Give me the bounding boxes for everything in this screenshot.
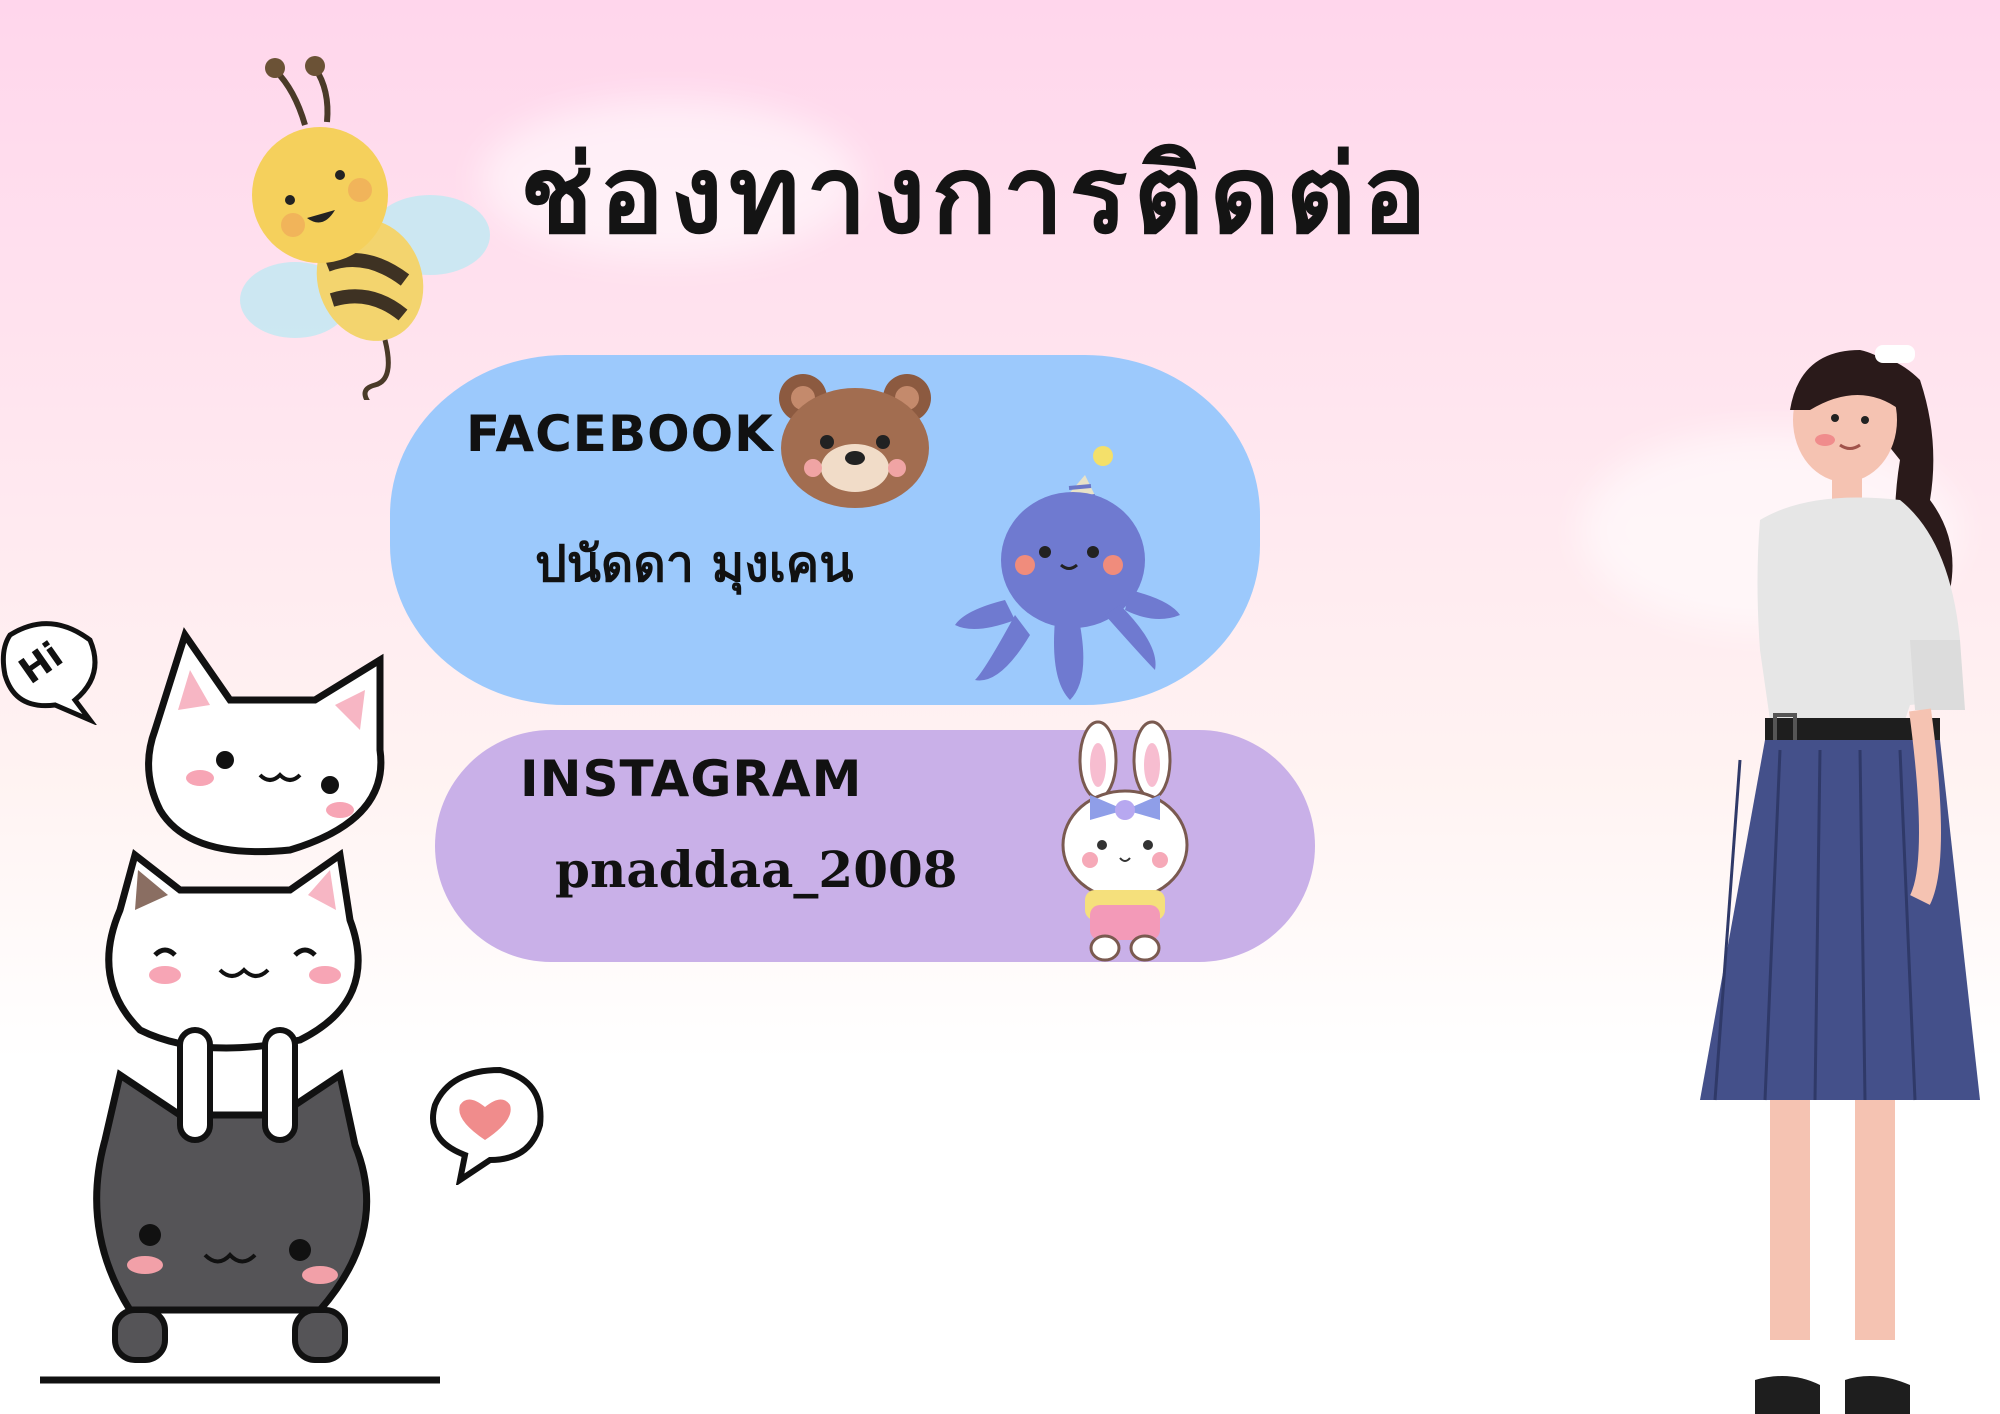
instagram-handle: pnaddaa_2008 [555,840,958,899]
octopus-icon [955,446,1180,700]
student-girl-illustration [1700,345,1980,1414]
page-title: ช่องทางการติดต่อ [520,133,1433,258]
facebook-label: FACEBOOK [466,405,774,463]
bunny-icon [1061,720,1189,962]
instagram-label: INSTAGRAM [520,750,863,808]
bear-face-icon [779,374,931,508]
facebook-name: ปนัดดา มุงเคน [535,534,854,593]
heart-bubble-icon [430,1066,544,1185]
bee-icon [240,56,490,400]
stacked-cats-illustration [40,627,440,1384]
